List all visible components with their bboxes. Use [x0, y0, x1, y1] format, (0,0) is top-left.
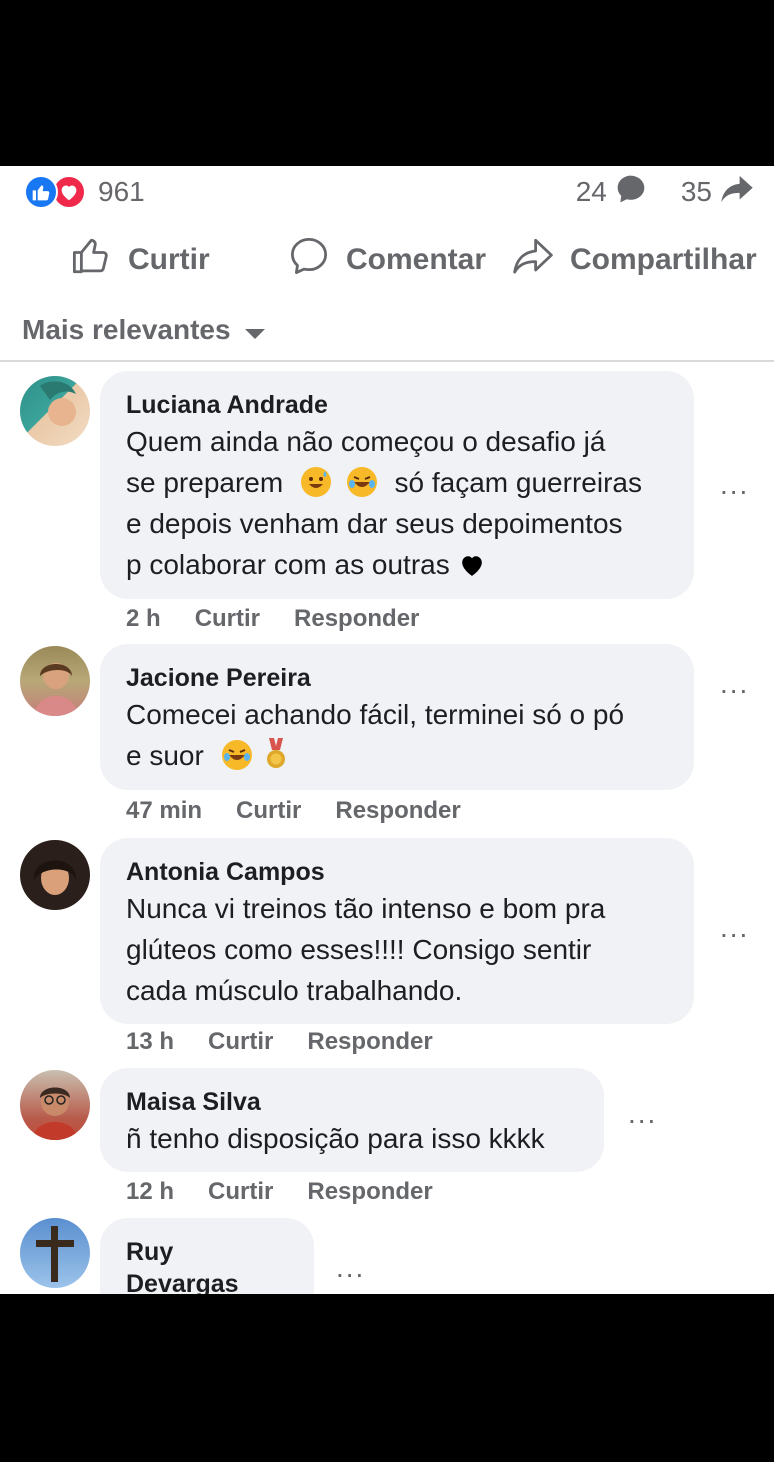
comment-reply-link[interactable]: Responder	[335, 797, 460, 825]
more-options-icon[interactable]: ...	[720, 469, 749, 501]
more-options-icon[interactable]: ...	[720, 668, 749, 700]
comment-reply-link[interactable]: Responder	[294, 605, 419, 633]
more-options-icon[interactable]: ...	[628, 1098, 657, 1130]
comment-text-line: glúteos como esses!!!! Consigo sentir	[126, 934, 592, 965]
comment-text-line: e suor	[126, 735, 668, 776]
avatar[interactable]	[20, 1218, 90, 1288]
comment-reply-link[interactable]: Responder	[307, 1028, 432, 1056]
more-options-icon[interactable]: ...	[720, 912, 749, 944]
share-count[interactable]: 35	[681, 176, 712, 208]
comment-button[interactable]: Comentar	[288, 236, 486, 284]
comment-time[interactable]: 2 h	[126, 605, 161, 633]
post-actions: Curtir Comentar Compartilhar	[0, 236, 774, 284]
black-heart-emoji-icon	[458, 549, 486, 580]
comment-text-segment: se preparem	[126, 467, 284, 498]
divider	[0, 360, 774, 362]
comment-like-link[interactable]: Curtir	[195, 605, 260, 633]
like-reaction-icon	[24, 175, 58, 209]
avatar[interactable]	[20, 1070, 90, 1140]
share-arrow-icon	[720, 174, 754, 211]
comments-panel: 961 24 35 Curtir Comentar Compartilhar M…	[0, 166, 774, 1294]
comment-text-line: e depois venham dar seus depoimentos	[126, 508, 623, 539]
like-button-label: Curtir	[128, 243, 210, 276]
avatar[interactable]	[20, 840, 90, 910]
caret-down-icon	[244, 314, 265, 346]
comment-text-line: p colaborar com as outras	[126, 544, 668, 585]
comment-author[interactable]: Jacione Pereira	[126, 662, 668, 694]
comment-text-line: se preparem só façam guerreiras	[126, 462, 668, 503]
comment-text-segment: só façam guerreiras	[394, 467, 642, 498]
comment-text-line: Quem ainda não começou o desafio já	[126, 426, 606, 457]
comment-meta: 2 h Curtir Responder	[126, 605, 419, 633]
comment-icon	[288, 235, 330, 285]
comment-button-label: Comentar	[346, 243, 487, 276]
comment-bubble[interactable]: Maisa Silva ñ tenho disposição para isso…	[100, 1068, 604, 1172]
comment-author[interactable]: Antonia Campos	[126, 856, 668, 888]
comment-text-line: Nunca vi treinos tão intenso e bom pra	[126, 893, 606, 924]
comment-bubble[interactable]: Ruy Devargas	[100, 1218, 314, 1294]
comment-count[interactable]: 24	[576, 176, 607, 208]
comment-text-segment: e suor	[126, 740, 204, 771]
comment-bubble[interactable]: Jacione Pereira Comecei achando fácil, t…	[100, 644, 694, 790]
comment-text: ñ tenho disposição para isso kkkk	[126, 1118, 578, 1159]
comment-text-line: ñ tenho disposição para isso kkkk	[126, 1123, 545, 1154]
comment-meta: 47 min Curtir Responder	[126, 797, 461, 825]
comment-bubble[interactable]: Luciana Andrade Quem ainda não começou o…	[100, 371, 694, 599]
comment-time[interactable]: 12 h	[126, 1178, 174, 1206]
comment-reply-link[interactable]: Responder	[307, 1178, 432, 1206]
comment-bubble-icon	[615, 173, 647, 212]
comment-time[interactable]: 47 min	[126, 797, 202, 825]
reaction-count: 961	[98, 176, 145, 207]
comment-meta: 13 h Curtir Responder	[126, 1028, 433, 1056]
comment-like-link[interactable]: Curtir	[208, 1028, 273, 1056]
share-button-label: Compartilhar	[570, 243, 757, 276]
reactions-summary[interactable]: 961	[24, 174, 145, 210]
sort-label: Mais relevantes	[22, 314, 231, 345]
share-button[interactable]: Compartilhar	[512, 236, 757, 284]
sort-selector[interactable]: Mais relevantes	[22, 310, 265, 350]
comment-text-line: cada músculo trabalhando.	[126, 975, 463, 1006]
thumbs-up-icon	[70, 235, 112, 285]
grinning-sweat-emoji-icon	[300, 467, 331, 497]
comment-text-segment: p colaborar com as outras	[126, 549, 450, 580]
like-button[interactable]: Curtir	[70, 236, 210, 284]
comment-meta: 12 h Curtir Responder	[126, 1178, 433, 1206]
medal-emoji-icon	[265, 738, 287, 768]
comment-text: Quem ainda não começou o desafio já se p…	[126, 421, 668, 585]
comment-text: Comecei achando fácil, terminei só o pó …	[126, 694, 668, 776]
comment-bubble[interactable]: Antonia Campos Nunca vi treinos tão inte…	[100, 838, 694, 1024]
comment-time[interactable]: 13 h	[126, 1028, 174, 1056]
share-icon	[512, 235, 554, 285]
comment-author[interactable]: Ruy Devargas	[126, 1236, 288, 1294]
comment-like-link[interactable]: Curtir	[236, 797, 301, 825]
laughing-tears-emoji-icon	[346, 467, 377, 497]
more-options-icon[interactable]: ...	[336, 1252, 365, 1284]
avatar[interactable]	[20, 376, 90, 446]
comment-text: Nunca vi treinos tão intenso e bom pra g…	[126, 888, 668, 1011]
avatar[interactable]	[20, 646, 90, 716]
laughing-tears-emoji-icon	[221, 740, 252, 770]
comment-author[interactable]: Maisa Silva	[126, 1086, 578, 1118]
comment-author[interactable]: Luciana Andrade	[126, 389, 668, 421]
comment-like-link[interactable]: Curtir	[208, 1178, 273, 1206]
engagement-counts: 24 35	[576, 174, 754, 210]
comment-text-line: Comecei achando fácil, terminei só o pó	[126, 699, 625, 730]
